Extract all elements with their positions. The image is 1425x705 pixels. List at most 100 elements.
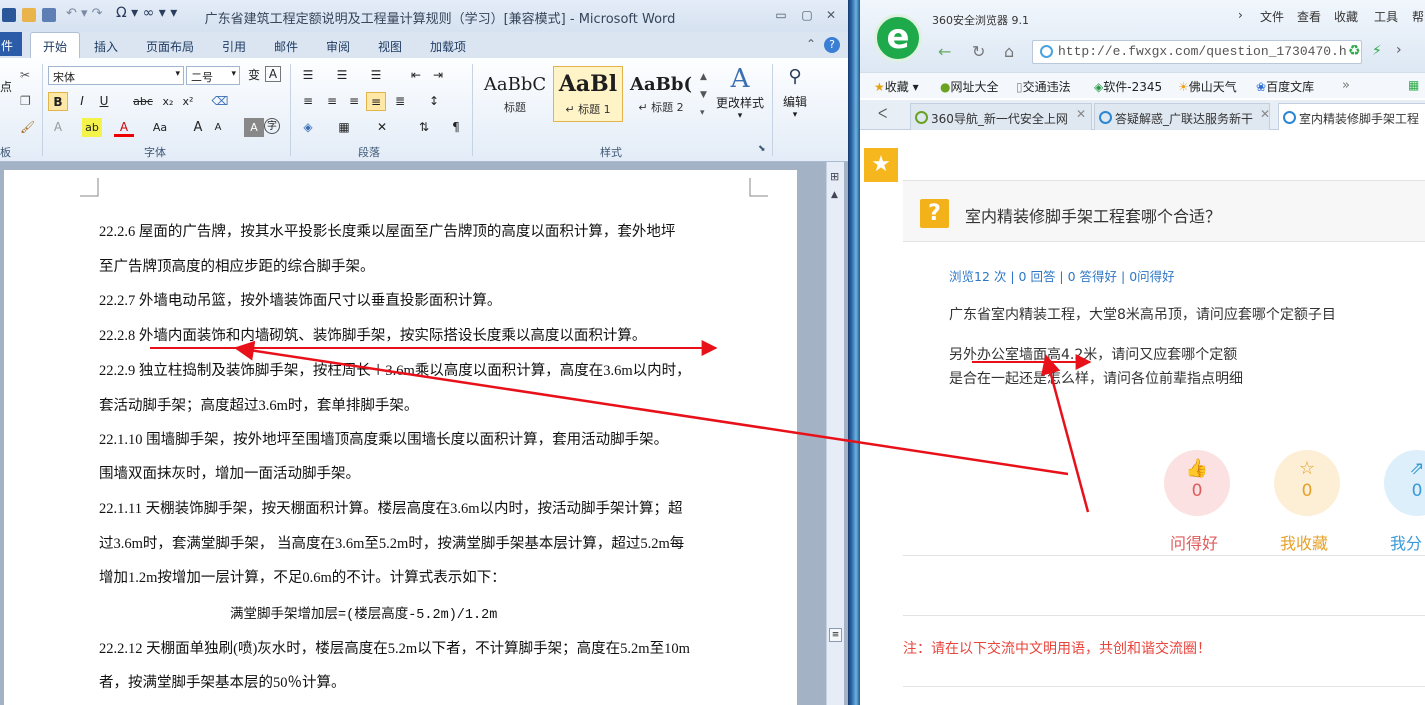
good-question-label[interactable]: 问得好 <box>1170 530 1218 554</box>
bookmark-favorites[interactable]: ★收藏 ▾ <box>874 78 919 95</box>
numbering-icon[interactable]: ☰ <box>332 66 352 85</box>
format-painter-icon[interactable]: 🖌 <box>20 120 35 134</box>
phonetic-icon[interactable]: 变 <box>244 66 264 85</box>
apps-icon[interactable]: ▦ <box>1408 78 1419 92</box>
menu-favorites[interactable]: 收藏 <box>1334 8 1358 25</box>
collect-label[interactable]: 我收藏 <box>1280 530 1328 554</box>
open-icon[interactable] <box>22 8 36 22</box>
more-bookmarks-icon[interactable]: » <box>1342 78 1350 93</box>
change-case-icon[interactable]: Aa <box>150 118 170 137</box>
tab-file[interactable]: 件 <box>0 32 22 56</box>
tab-view[interactable]: 视图 <box>378 38 402 55</box>
underline-button[interactable]: U <box>94 92 114 111</box>
close-tab-icon[interactable]: ✕ <box>1260 107 1270 121</box>
good-question-button[interactable]: 👍 0 <box>1164 450 1230 516</box>
scroll-thumb[interactable]: ≡ <box>829 628 842 642</box>
char-shading-icon[interactable]: A <box>244 118 264 137</box>
grow-font-icon[interactable]: A <box>188 118 208 137</box>
minimize-icon[interactable]: ▭ <box>774 9 788 22</box>
bookmark-site-directory[interactable]: ●网址大全 <box>940 78 999 95</box>
home-icon[interactable]: ⌂ <box>1004 42 1014 61</box>
align-left-icon[interactable]: ≡ <box>298 92 318 111</box>
char-border-icon[interactable]: A <box>265 66 281 82</box>
undo-icon[interactable]: ↶ ▾ ↷ <box>66 6 103 21</box>
security-icon[interactable]: ♻ <box>1348 43 1361 59</box>
tab-scroll-left-icon[interactable]: ᐸ <box>878 107 887 122</box>
scroll-up-icon[interactable]: ▲ <box>831 190 838 200</box>
borders-icon[interactable]: ▦ <box>334 118 354 137</box>
italic-button[interactable]: I <box>72 92 92 111</box>
superscript-button[interactable]: x² <box>178 92 198 111</box>
clear-format-icon[interactable]: ⌫ <box>210 92 230 111</box>
chevron-right-icon[interactable]: › <box>1238 8 1243 22</box>
speed-icon[interactable]: ⚡ <box>1372 43 1382 59</box>
tab-references[interactable]: 引用 <box>222 38 246 55</box>
close-tab-icon[interactable]: ✕ <box>1076 107 1086 121</box>
bold-button[interactable]: B <box>48 92 68 111</box>
address-text[interactable]: http://e.fwxgx.com/question_1730470.h <box>1058 44 1347 59</box>
font-color-icon[interactable]: A <box>114 118 134 137</box>
save-icon[interactable] <box>42 8 56 22</box>
distributed-icon[interactable]: ≣ <box>390 92 410 111</box>
ruler-toggle-icon[interactable]: ⊞ <box>830 170 839 183</box>
increase-indent-icon[interactable]: ⇥ <box>428 66 448 85</box>
question-stats[interactable]: 浏览12 次 | 0 回答 | 0 答得好 | 0问得好 <box>949 266 1175 285</box>
styles-scroll-icon[interactable]: ▲ ▼ ▾ <box>700 68 707 122</box>
back-icon[interactable]: ← <box>938 42 951 61</box>
tab-mailings[interactable]: 邮件 <box>274 38 298 55</box>
font-name-select[interactable]: 宋体 ▾ <box>48 66 184 85</box>
justify-icon[interactable]: ≡ <box>366 92 386 111</box>
tab-addins[interactable]: 加载项 <box>430 38 466 55</box>
browser-tab[interactable]: 答疑解惑_广联达服务新干 <box>1094 103 1270 130</box>
dialog-launcher-icon[interactable]: ⬊ <box>758 144 766 154</box>
decrease-indent-icon[interactable]: ⇤ <box>406 66 426 85</box>
chevron-right-icon[interactable]: › <box>1396 42 1402 58</box>
chinese-layout-icon[interactable]: ✕ <box>372 118 392 137</box>
favorite-star-icon[interactable]: ★ <box>864 148 898 182</box>
bullets-icon[interactable]: ☰ <box>298 66 318 85</box>
bookmark-traffic[interactable]: ▯交通违法 <box>1016 78 1071 95</box>
tab-home[interactable]: 开始 <box>30 32 80 58</box>
close-icon[interactable]: ✕ <box>824 9 838 22</box>
menu-tools[interactable]: 工具 <box>1374 8 1398 25</box>
tab-page-layout[interactable]: 页面布局 <box>146 38 194 55</box>
font-size-select[interactable]: 二号 ▾ <box>186 66 240 85</box>
cut-icon[interactable]: ✂ <box>20 68 30 82</box>
multilevel-list-icon[interactable]: ☰ <box>366 66 386 85</box>
menu-help[interactable]: 帮 <box>1412 8 1424 25</box>
bookmark-software[interactable]: ◈软件-2345 <box>1094 78 1162 95</box>
shading-icon[interactable]: ◈ <box>298 118 318 137</box>
maximize-icon[interactable]: ▢ <box>800 9 814 22</box>
collapse-ribbon-icon[interactable]: ⌃ <box>806 37 816 51</box>
change-styles-button[interactable]: A 更改样式 ▾ <box>714 64 766 121</box>
collect-button[interactable]: ☆ 0 <box>1274 450 1340 516</box>
style-title[interactable]: AaBbC 标题 <box>480 66 550 122</box>
highlight-icon[interactable]: ab <box>82 118 102 137</box>
tab-review[interactable]: 审阅 <box>326 38 350 55</box>
share-label[interactable]: 我分 <box>1390 530 1422 554</box>
line-spacing-icon[interactable]: ↕ <box>424 92 444 111</box>
bookmark-baidu-wenku[interactable]: ❀百度文库 <box>1256 78 1314 95</box>
copy-icon[interactable]: ❐ <box>20 94 31 108</box>
browser-tab[interactable]: 360导航_新一代安全上网 <box>910 103 1092 130</box>
refresh-icon[interactable]: ↻ <box>972 42 985 61</box>
align-right-icon[interactable]: ≡ <box>344 92 364 111</box>
help-icon[interactable]: ? <box>824 37 840 53</box>
style-heading-2[interactable]: AaBb( ↵ 标题 2 <box>626 66 696 122</box>
tab-insert[interactable]: 插入 <box>94 38 118 55</box>
vertical-scrollbar[interactable]: ⊞ ▲ ≡ <box>826 162 844 705</box>
share-button[interactable]: ⇗ 0 <box>1384 450 1425 516</box>
editing-button[interactable]: ⚲ 编辑 ▾ <box>778 66 812 120</box>
shrink-font-icon[interactable]: A <box>208 118 228 137</box>
text-effect-icon[interactable]: A <box>48 118 68 137</box>
document-page[interactable]: 22.2.6 屋面的广告牌，按其水平投影长度乘以屋面至广告牌顶的高度以面积计算，… <box>4 170 797 705</box>
sort-icon[interactable]: ⇅ <box>414 118 434 137</box>
enclose-char-icon[interactable]: 字 <box>264 118 280 134</box>
menu-view[interactable]: 查看 <box>1297 8 1321 25</box>
menu-file[interactable]: 文件 <box>1260 8 1284 25</box>
style-heading-1[interactable]: AaBl ↵ 标题 1 <box>553 66 623 122</box>
paste-icon[interactable]: 点 <box>0 78 12 95</box>
browser-tab-active[interactable]: 室内精装修脚手架工程 <box>1278 103 1425 131</box>
show-marks-icon[interactable]: ¶ <box>446 118 466 137</box>
strikethrough-button[interactable]: abc <box>130 92 156 111</box>
